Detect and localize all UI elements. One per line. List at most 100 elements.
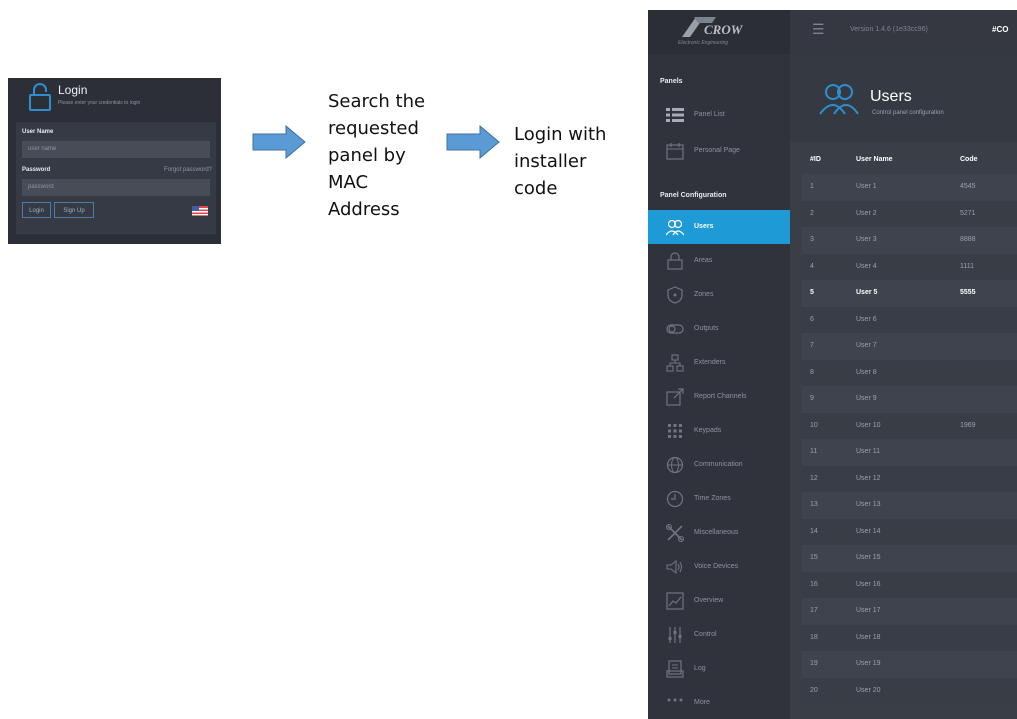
panels-header: Panels: [660, 78, 683, 85]
sidebar-item-outputs[interactable]: Outputs: [648, 312, 790, 346]
cell-user-name: User 12: [856, 474, 881, 482]
table-row[interactable]: 18 User 18: [802, 624, 1017, 651]
sidebar-item-personal-page[interactable]: Personal Page: [648, 134, 790, 168]
cell-id: 4: [810, 262, 814, 270]
us-flag-icon[interactable]: [192, 206, 208, 216]
column-header-id: #ID: [810, 156, 821, 163]
step-search-caption: Search the requested panel by MAC Addres…: [328, 88, 425, 223]
password-field[interactable]: password: [22, 179, 210, 196]
table-row[interactable]: 14 User 14: [802, 518, 1017, 545]
cell-user-name: User 17: [856, 607, 881, 614]
sliders-icon: [668, 627, 682, 643]
cell-id: 10: [810, 421, 818, 429]
sidebar-item-label: Control: [694, 631, 717, 638]
sidebar-item-control[interactable]: Control: [648, 618, 790, 652]
table-row[interactable]: 3 User 3 8888: [802, 227, 1017, 254]
hamburger-menu-icon[interactable]: ☰: [812, 21, 825, 38]
caption-line: Search the: [328, 91, 426, 112]
main-content: Users Control panel configuration #ID Us…: [790, 54, 1017, 719]
sidebar-item-keypads[interactable]: Keypads: [648, 414, 790, 448]
table-row[interactable]: 17 User 17: [802, 598, 1017, 625]
table-row[interactable]: 8 User 8: [802, 359, 1017, 386]
cell-id: 2: [810, 209, 814, 217]
sidebar-item-log[interactable]: Log: [648, 652, 790, 686]
version-label: Version 1.4.6 (1e33cc96): [850, 26, 928, 33]
sidebar-item-extenders[interactable]: Extenders: [648, 346, 790, 380]
sidebar-item-label: Users: [694, 223, 714, 230]
table-row[interactable]: 1 User 1 4545: [802, 174, 1017, 201]
caption-line: code: [514, 178, 558, 199]
cell-user-name: User 19: [856, 660, 881, 667]
sidebar-item-users[interactable]: Users: [648, 210, 790, 244]
cell-id: 11: [810, 448, 818, 455]
table-row[interactable]: 7 User 7: [802, 333, 1017, 360]
cell-id: 3: [810, 236, 814, 243]
sidebar-item-zones[interactable]: Zones: [648, 278, 790, 312]
table-row[interactable]: 9 User 9: [802, 386, 1017, 413]
sidebar-item-areas[interactable]: Areas: [648, 244, 790, 278]
table-row[interactable]: 20 User 20: [802, 677, 1017, 704]
caption-line: Login with: [514, 124, 607, 145]
speaker-icon: [666, 559, 683, 575]
signup-button[interactable]: Sign Up: [54, 202, 94, 218]
sidebar-item-label: Time Zones: [694, 495, 731, 502]
table-row[interactable]: 19 User 19: [802, 651, 1017, 678]
cell-id: 14: [810, 527, 818, 535]
report-icon: [666, 388, 684, 406]
cell-user-name: User 7: [856, 342, 877, 349]
sidebar-item-label: Extenders: [694, 359, 726, 366]
cell-id: 7: [810, 342, 814, 349]
table-row[interactable]: 11 User 11: [802, 439, 1017, 466]
cell-id: 12: [810, 474, 818, 482]
table-row[interactable]: 2 User 2 5271: [802, 200, 1017, 227]
tools-icon: [666, 524, 684, 542]
sidebar-item-label: Panel List: [694, 111, 725, 118]
login-form: User Name user name Password Forgot pass…: [16, 122, 216, 234]
cell-code: 4545: [960, 183, 976, 190]
sidebar-item-label: Miscellaneous: [694, 529, 739, 536]
login-button[interactable]: Login: [22, 202, 51, 218]
sidebar-item-label: Keypads: [694, 427, 722, 434]
cell-user-name: User 11: [856, 448, 880, 455]
panel-configuration-header: Panel Configuration: [660, 192, 727, 199]
sidebar-item-panel-list[interactable]: Panel List: [648, 98, 790, 132]
cell-user-name: User 16: [856, 580, 881, 588]
cell-id: 17: [810, 607, 818, 614]
chart-icon: [666, 592, 684, 610]
table-row[interactable]: 12 User 12: [802, 465, 1017, 492]
sidebar-item-label: Outputs: [694, 325, 719, 332]
cell-id: 15: [810, 554, 818, 561]
logo-text: CROW: [704, 22, 743, 37]
table-row[interactable]: 6 User 6: [802, 306, 1017, 333]
table-row[interactable]: 13 User 13: [802, 492, 1017, 519]
sidebar-item-label: Voice Devices: [694, 563, 738, 570]
cell-id: 19: [810, 660, 818, 667]
sidebar-item-time-zones[interactable]: Time Zones: [648, 482, 790, 516]
sidebar-item-more[interactable]: More: [648, 686, 790, 719]
table-row[interactable]: 10 User 10 1969: [802, 412, 1017, 439]
list-icon: [666, 108, 684, 122]
cell-user-name: User 3: [856, 236, 877, 243]
cell-code: 1111: [960, 262, 975, 270]
sidebar-item-miscellaneous[interactable]: Miscellaneous: [648, 516, 790, 550]
table-row[interactable]: 16 User 16: [802, 571, 1017, 598]
sidebar-item-label: Communication: [694, 461, 743, 468]
sidebar-item-communication[interactable]: Communication: [648, 448, 790, 482]
page-header: Users Control panel configuration: [790, 54, 1017, 142]
forgot-password-link[interactable]: Forgot password?: [164, 167, 212, 173]
log-icon: [666, 660, 684, 678]
cell-id: 13: [810, 501, 818, 508]
password-label: Password: [22, 167, 51, 173]
sidebar-item-label: Log: [694, 665, 706, 672]
cell-id: 20: [810, 686, 818, 694]
sidebar-item-overview[interactable]: Overview: [648, 584, 790, 618]
caption-line: panel by: [328, 145, 406, 166]
sidebar-item-label: Personal Page: [694, 147, 740, 154]
username-field[interactable]: user name: [22, 141, 210, 158]
table-row[interactable]: 4 User 4 1111: [802, 253, 1017, 280]
sidebar-item-report-channels[interactable]: Report Channels: [648, 380, 790, 414]
table-row[interactable]: 5 User 5 5555: [802, 280, 1017, 307]
table-row[interactable]: 15 User 15: [802, 545, 1017, 572]
app-window: CROW Electronic Engineering ☰ Version 1.…: [648, 10, 1017, 719]
sidebar-item-voice-devices[interactable]: Voice Devices: [648, 550, 790, 584]
